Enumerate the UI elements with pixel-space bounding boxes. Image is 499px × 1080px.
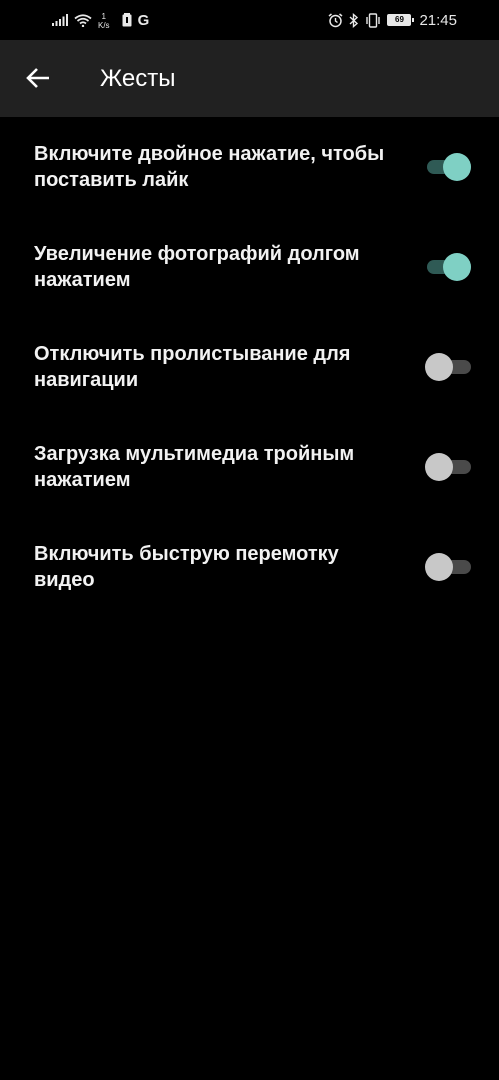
back-button[interactable]	[20, 60, 56, 96]
battery-saver-icon	[122, 13, 132, 27]
setting-long-press-zoom[interactable]: Увеличение фотографий долгом нажатием	[0, 217, 499, 317]
wifi-icon	[74, 13, 92, 27]
app-bar: Жесты	[0, 40, 499, 117]
setting-label: Увеличение фотографий долгом нажатием	[34, 243, 360, 291]
toggle-switch[interactable]	[425, 453, 471, 481]
setting-label: Загрузка мультимедиа тройным нажатием	[34, 443, 355, 491]
vibrate-icon	[366, 12, 381, 28]
toggle-switch[interactable]	[427, 153, 471, 181]
status-left: 1 K/s G	[52, 10, 149, 30]
toggle-switch[interactable]	[425, 553, 471, 581]
net-speed: 1 K/s	[98, 12, 110, 30]
setting-triple-tap-media[interactable]: Загрузка мультимедиа тройным нажатием	[0, 417, 499, 517]
setting-fast-rewind-video[interactable]: Включить быструю перемотку видео	[0, 517, 499, 617]
toggle-thumb	[443, 253, 471, 281]
net-speed-value: 1	[101, 12, 106, 21]
status-right: 69 21:45	[328, 0, 457, 40]
toggle-thumb	[443, 153, 471, 181]
google-icon: G	[137, 11, 150, 29]
setting-label: Включите двойное нажатие, чтобы поставит…	[34, 143, 385, 191]
settings-list: Включите двойное нажатие, чтобы поставит…	[0, 117, 499, 617]
battery-level: 69	[395, 15, 404, 24]
bluetooth-icon	[349, 12, 359, 28]
signal-icon	[52, 14, 68, 26]
toggle-thumb	[425, 353, 453, 381]
setting-disable-swipe-navigation[interactable]: Отключить пролистывание для навигации	[0, 317, 499, 417]
arrow-left-icon	[26, 68, 49, 88]
net-speed-unit: K/s	[98, 21, 110, 30]
toggle-switch[interactable]	[425, 353, 471, 381]
toggle-switch[interactable]	[427, 253, 471, 281]
setting-label: Отключить пролистывание для навигации	[34, 343, 351, 391]
toggle-thumb	[425, 453, 453, 481]
battery-icon: 69	[387, 14, 415, 26]
status-bar: 1 K/s G 69 21:45	[0, 0, 499, 40]
setting-double-tap-like[interactable]: Включите двойное нажатие, чтобы поставит…	[0, 117, 499, 217]
setting-label: Включить быструю перемотку видео	[34, 543, 339, 591]
alarm-icon	[328, 12, 343, 27]
status-time: 21:45	[419, 11, 457, 29]
page-title: Жесты	[100, 65, 176, 92]
toggle-thumb	[425, 553, 453, 581]
